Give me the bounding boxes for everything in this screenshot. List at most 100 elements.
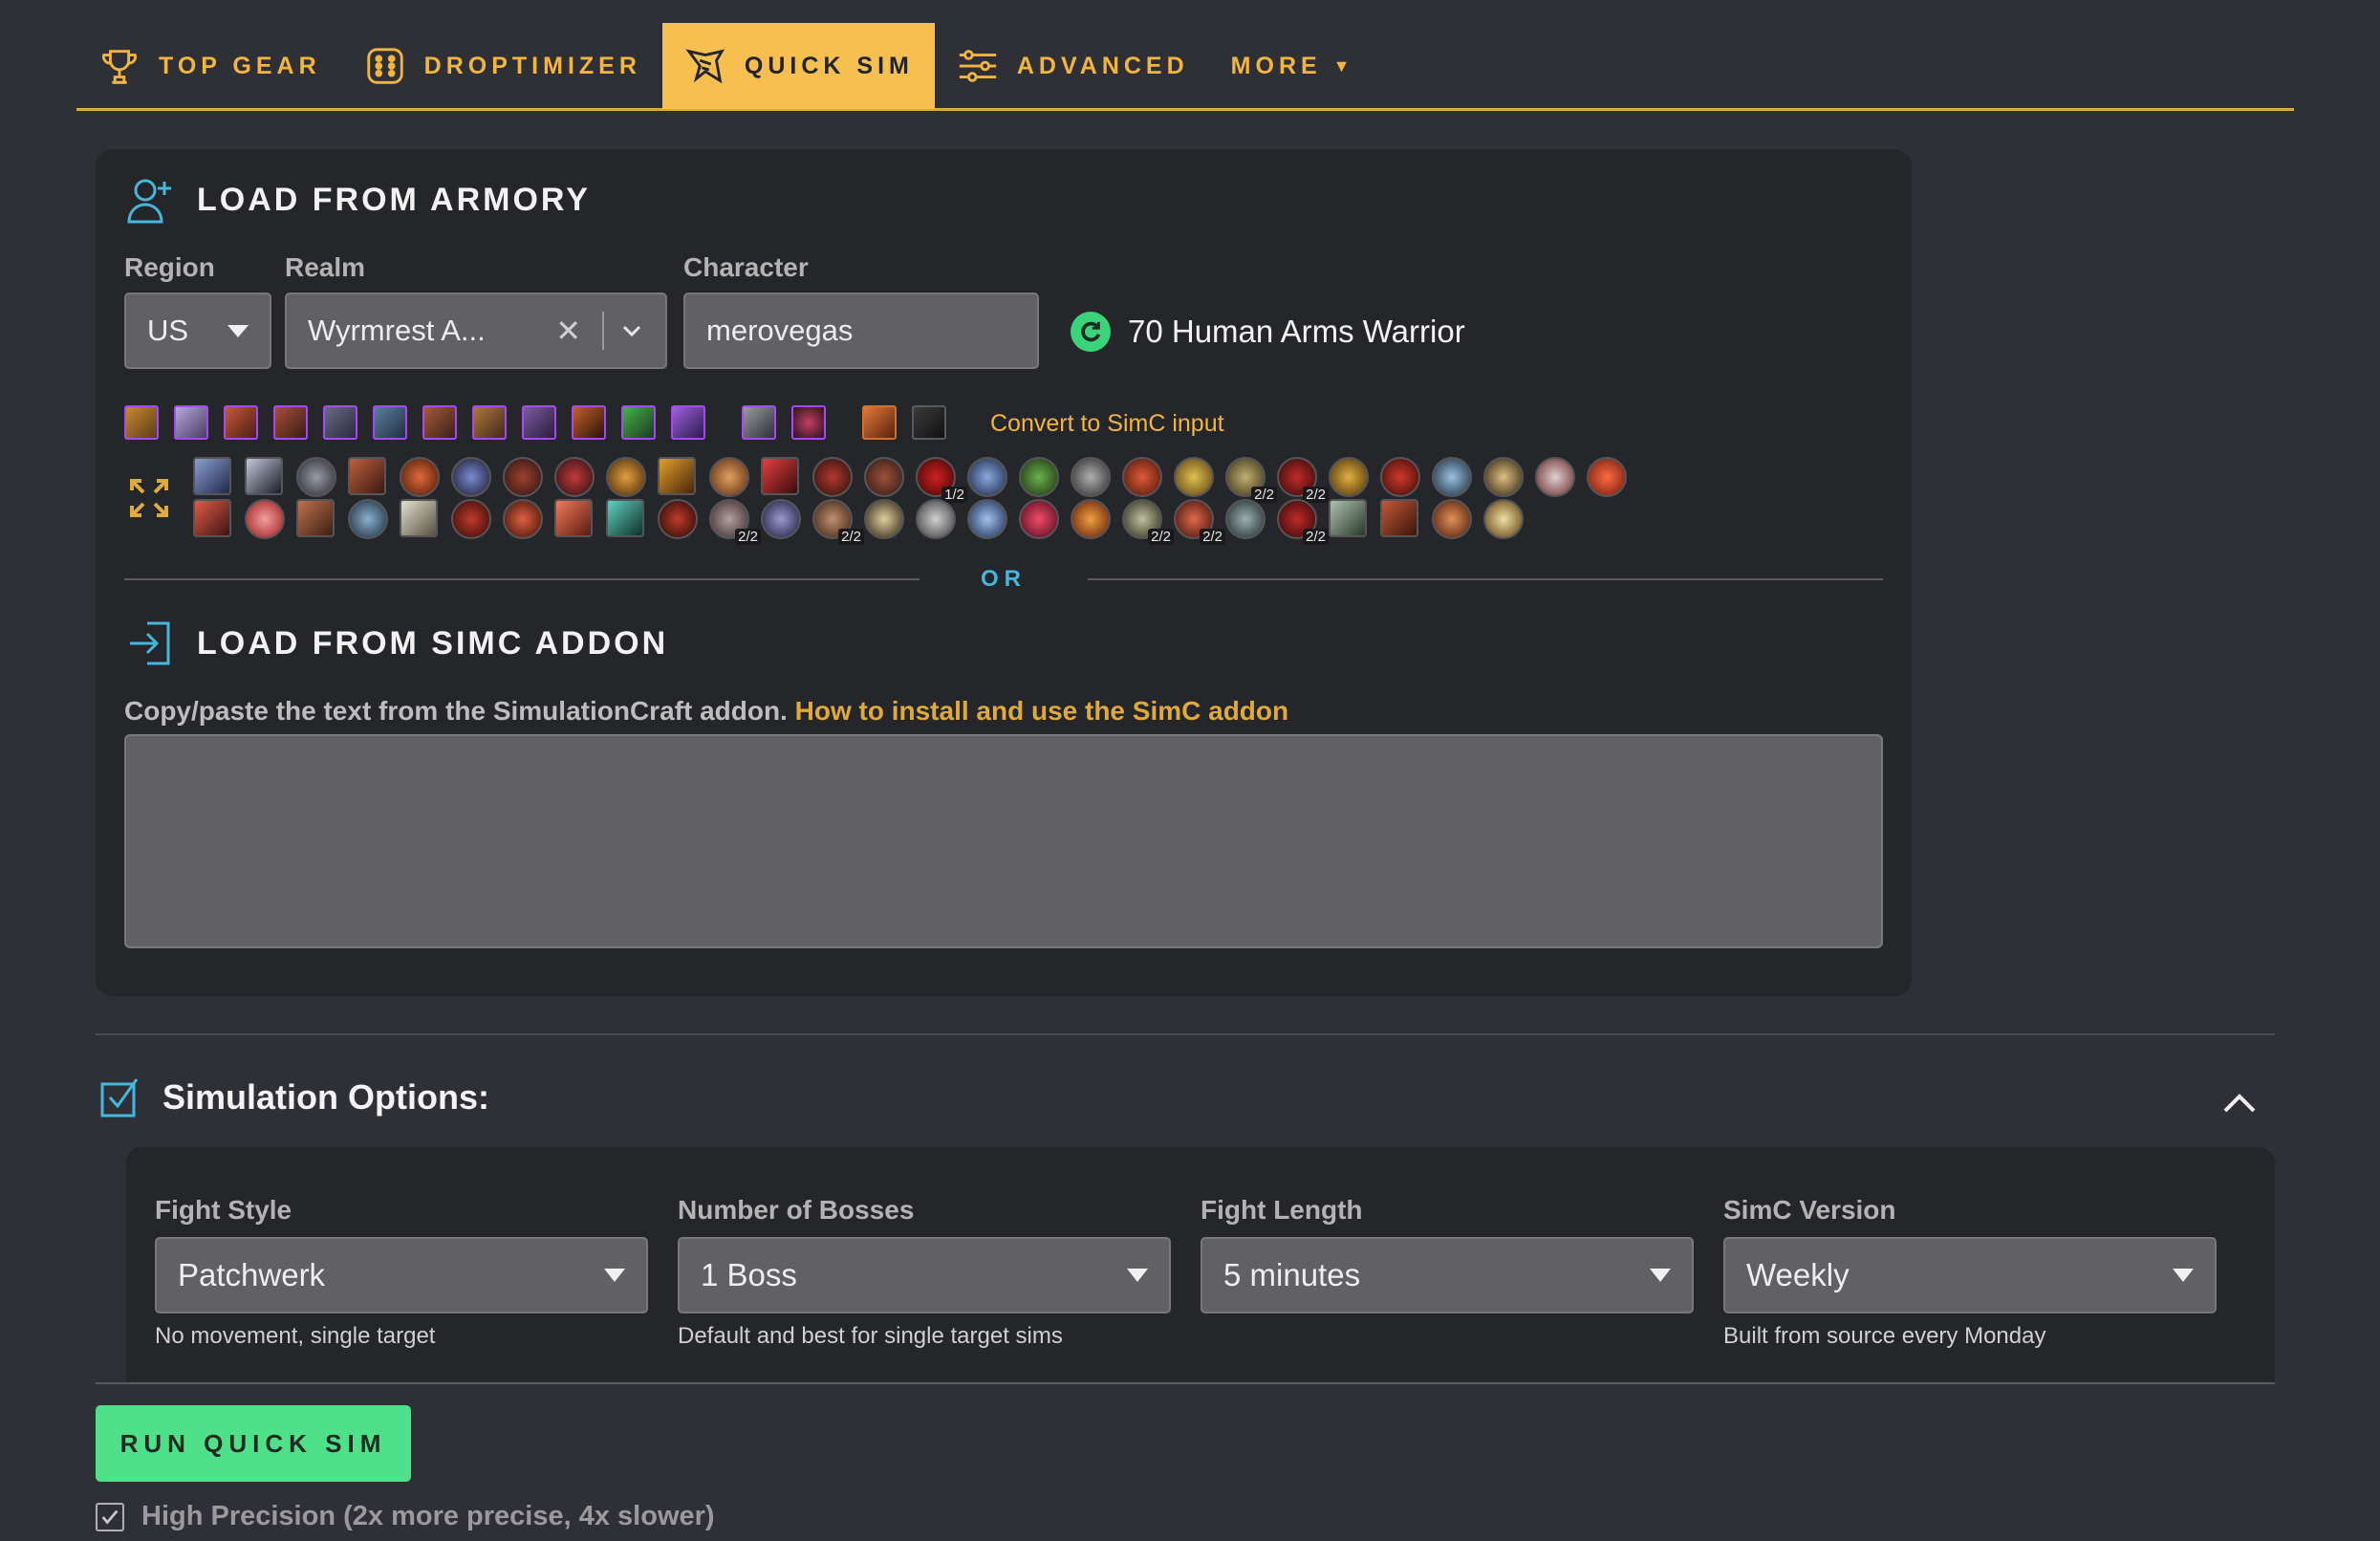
talent-icon[interactable] <box>296 457 336 497</box>
talent-icon[interactable] <box>193 499 231 537</box>
talent-icon[interactable] <box>451 499 491 539</box>
gear-item-icon[interactable] <box>373 405 407 440</box>
talent-icon[interactable] <box>348 499 388 539</box>
talent-icon[interactable] <box>1483 499 1524 539</box>
gear-item-icon[interactable] <box>422 405 457 440</box>
realm-select[interactable]: Wyrmrest A... ✕ <box>285 293 667 369</box>
fight-length-select[interactable]: 5 minutes <box>1201 1237 1694 1313</box>
talent-icon[interactable] <box>348 457 386 495</box>
gear-item-icon[interactable] <box>671 405 705 440</box>
gear-item-icon[interactable] <box>742 405 776 440</box>
talent-icon[interactable] <box>554 457 595 497</box>
talent-icon[interactable] <box>1071 457 1111 497</box>
talent-icon[interactable] <box>1071 499 1111 539</box>
talent-icon[interactable] <box>1380 457 1420 497</box>
divider <box>96 1382 2275 1384</box>
simc-help-link[interactable]: How to install and use the SimC addon <box>795 696 1288 726</box>
talent-icon[interactable]: 2/2 <box>1174 499 1225 545</box>
gear-item-icon[interactable] <box>572 405 606 440</box>
character-value: merovegas <box>706 314 854 347</box>
talent-icon[interactable] <box>193 457 231 495</box>
refresh-icon[interactable] <box>1071 312 1111 352</box>
talent-icon[interactable] <box>1225 499 1266 539</box>
talent-icon[interactable]: 2/2 <box>1122 499 1174 545</box>
gear-item-icon[interactable] <box>791 405 826 440</box>
talent-icon[interactable] <box>554 499 593 537</box>
tab-more[interactable]: MORE ▼ <box>1210 23 1372 109</box>
talent-icon[interactable] <box>503 499 543 539</box>
talent-icon[interactable] <box>1535 457 1575 497</box>
talent-icon[interactable] <box>761 457 799 495</box>
talent-icon[interactable] <box>503 457 543 497</box>
talent-icon[interactable] <box>658 457 696 495</box>
gear-item-icon[interactable] <box>273 405 308 440</box>
region-label: Region <box>124 252 215 282</box>
talent-icon[interactable] <box>864 457 904 497</box>
talent-icon[interactable] <box>606 457 646 497</box>
gear-item-icon[interactable] <box>323 405 357 440</box>
import-icon <box>130 621 170 665</box>
gear-item-icon[interactable] <box>174 405 208 440</box>
talent-icon[interactable] <box>245 499 285 539</box>
gear-item-icon[interactable] <box>472 405 507 440</box>
talent-icon[interactable] <box>1329 499 1367 537</box>
clear-icon[interactable]: ✕ <box>555 313 581 349</box>
talent-icon[interactable] <box>400 499 438 537</box>
talent-icon[interactable] <box>812 457 853 497</box>
talent-icon[interactable] <box>761 499 801 539</box>
character-input[interactable]: merovegas <box>683 293 1039 369</box>
talent-icon[interactable]: 2/2 <box>1277 457 1329 503</box>
region-select[interactable]: US <box>124 293 271 369</box>
gear-item-icon[interactable] <box>224 405 258 440</box>
talent-icon[interactable] <box>1019 457 1059 497</box>
high-precision-checkbox[interactable] <box>96 1502 124 1531</box>
bosses-select[interactable]: 1 Boss <box>678 1237 1171 1313</box>
tab-advanced[interactable]: ADVANCED <box>935 23 1210 109</box>
talent-icon[interactable] <box>967 499 1007 539</box>
talent-icon[interactable] <box>1587 457 1627 497</box>
talent-icon[interactable] <box>400 457 440 497</box>
talent-icon[interactable]: 1/2 <box>916 457 967 503</box>
high-precision-option[interactable]: High Precision (2x more precise, 4x slow… <box>96 1501 715 1532</box>
talent-icon[interactable] <box>658 499 698 539</box>
tab-top-gear[interactable]: TOP GEAR <box>76 23 342 109</box>
trophy-icon <box>102 50 137 84</box>
tab-droptimizer[interactable]: DROPTIMIZER <box>342 23 662 109</box>
talent-icon[interactable] <box>1122 457 1162 497</box>
gear-item-icon[interactable] <box>862 405 897 440</box>
gear-item-icon[interactable] <box>124 405 159 440</box>
simc-input-textarea[interactable] <box>124 734 1883 948</box>
talent-icon[interactable]: 2/2 <box>1225 457 1277 503</box>
gear-item-icon[interactable] <box>912 405 946 440</box>
talent-icon[interactable] <box>967 457 1007 497</box>
talent-icon[interactable] <box>1483 457 1524 497</box>
tab-quick-sim[interactable]: QUICK SIM <box>661 23 935 109</box>
gear-item-icon[interactable] <box>522 405 556 440</box>
chevron-up-icon[interactable] <box>2219 1084 2260 1124</box>
chevron-down-icon[interactable] <box>619 318 644 343</box>
caret-down-icon <box>2173 1269 2194 1282</box>
talent-icon[interactable] <box>1432 499 1472 539</box>
run-quick-sim-button[interactable]: RUN QUICK SIM <box>96 1405 411 1482</box>
talent-icon[interactable] <box>1432 457 1472 497</box>
talent-icon[interactable]: 2/2 <box>812 499 864 545</box>
expand-icon[interactable] <box>128 477 170 519</box>
talent-icon[interactable] <box>296 499 335 537</box>
talent-icon[interactable]: 2/2 <box>1277 499 1329 545</box>
sim-options-header[interactable]: Simulation Options: <box>99 1076 489 1118</box>
talent-icon[interactable] <box>864 499 904 539</box>
talent-icon[interactable] <box>709 457 749 497</box>
talent-icon[interactable]: 2/2 <box>709 499 761 545</box>
talent-icon[interactable] <box>1329 457 1369 497</box>
talent-icon[interactable] <box>1380 499 1418 537</box>
talent-icon[interactable] <box>245 457 283 495</box>
fight-style-select[interactable]: Patchwerk <box>155 1237 648 1313</box>
talent-icon[interactable] <box>1019 499 1059 539</box>
convert-to-simc-link[interactable]: Convert to SimC input <box>990 410 1224 438</box>
talent-icon[interactable] <box>606 499 644 537</box>
talent-icon[interactable] <box>916 499 956 539</box>
talent-icon[interactable] <box>451 457 491 497</box>
talent-icon[interactable] <box>1174 457 1214 497</box>
simc-version-select[interactable]: Weekly <box>1723 1237 2217 1313</box>
gear-item-icon[interactable] <box>621 405 656 440</box>
